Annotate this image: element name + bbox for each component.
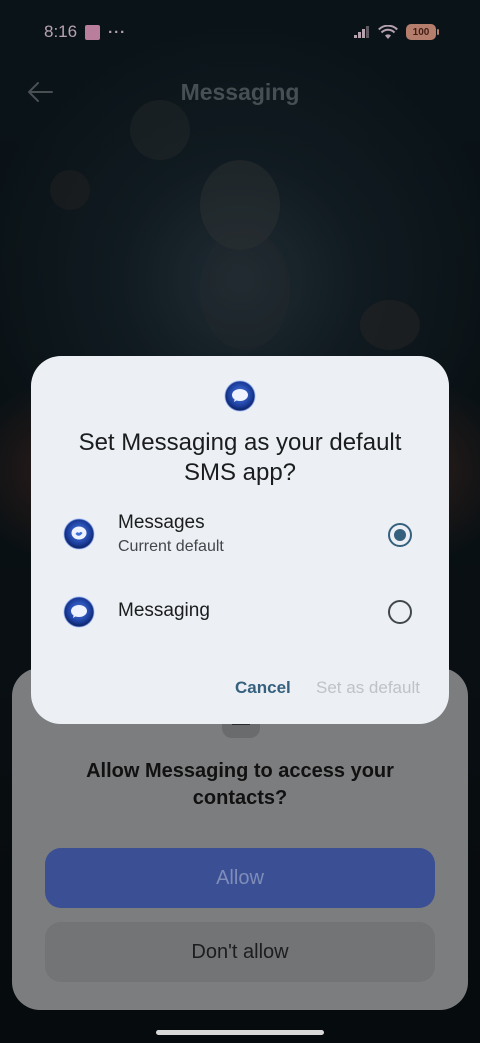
option-messaging[interactable]: Messaging xyxy=(31,578,449,648)
option-messages[interactable]: Messages Current default xyxy=(31,500,449,570)
radio-messaging-unselected[interactable] xyxy=(388,600,412,624)
messages-app-icon xyxy=(63,518,95,550)
option-sublabel: Current default xyxy=(118,538,224,555)
allow-button[interactable]: Allow xyxy=(45,848,435,908)
radio-messages-selected[interactable] xyxy=(388,523,412,547)
option-label: Messaging xyxy=(118,600,210,621)
gesture-nav-bar[interactable] xyxy=(156,1030,324,1035)
chat-bubble-icon xyxy=(224,380,256,412)
set-as-default-button[interactable]: Set as default xyxy=(308,670,428,706)
dont-allow-button[interactable]: Don't allow xyxy=(45,922,435,982)
messaging-app-icon xyxy=(63,596,95,628)
option-messages-text: Messages Current default xyxy=(118,512,224,556)
dialog-title: Set Messaging as your default SMS app? xyxy=(78,429,402,486)
option-label: Messages xyxy=(118,512,205,533)
cancel-button[interactable]: Cancel xyxy=(227,670,299,706)
default-sms-dialog: Set Messaging as your default SMS app? M… xyxy=(31,356,449,724)
option-messaging-text: Messaging xyxy=(118,600,210,622)
permission-title: Allow Messaging to access your contacts? xyxy=(86,760,394,809)
